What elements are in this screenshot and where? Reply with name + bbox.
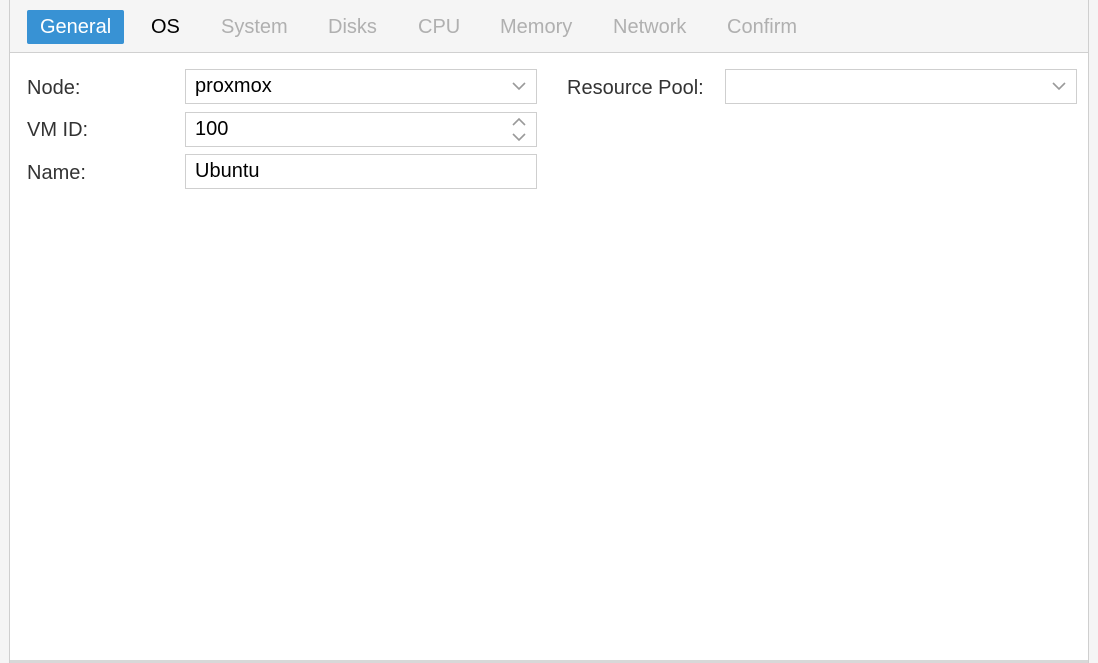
name-label: Name: [27, 162, 86, 184]
tab-os[interactable]: OS [138, 10, 193, 44]
tab-cpu[interactable]: CPU [405, 10, 473, 44]
node-value: proxmox [195, 75, 272, 97]
resource-pool-combobox[interactable] [725, 69, 1077, 104]
chevron-down-icon[interactable] [502, 70, 536, 103]
vmid-label: VM ID: [27, 119, 89, 141]
name-value: Ubuntu [195, 160, 260, 182]
spinner-arrows-icon[interactable] [502, 113, 536, 146]
tab-disks[interactable]: Disks [315, 10, 390, 44]
vmid-spinner-field[interactable]: 100 [185, 112, 537, 147]
tab-system[interactable]: System [208, 10, 301, 44]
tab-network[interactable]: Network [600, 10, 699, 44]
wizard-tab-bar: General OS System Disks CPU Memory Netwo… [10, 0, 1088, 53]
tab-memory[interactable]: Memory [487, 10, 585, 44]
node-label: Node: [27, 77, 81, 99]
name-input[interactable]: Ubuntu [185, 154, 537, 189]
tab-general[interactable]: General [27, 10, 125, 44]
chevron-down-icon[interactable] [1042, 70, 1076, 103]
wizard-window: General OS System Disks CPU Memory Netwo… [9, 0, 1089, 663]
vmid-value: 100 [195, 118, 229, 140]
tab-confirm[interactable]: Confirm [714, 10, 810, 44]
node-combobox[interactable]: proxmox [185, 69, 537, 104]
resource-pool-label: Resource Pool: [567, 77, 704, 99]
